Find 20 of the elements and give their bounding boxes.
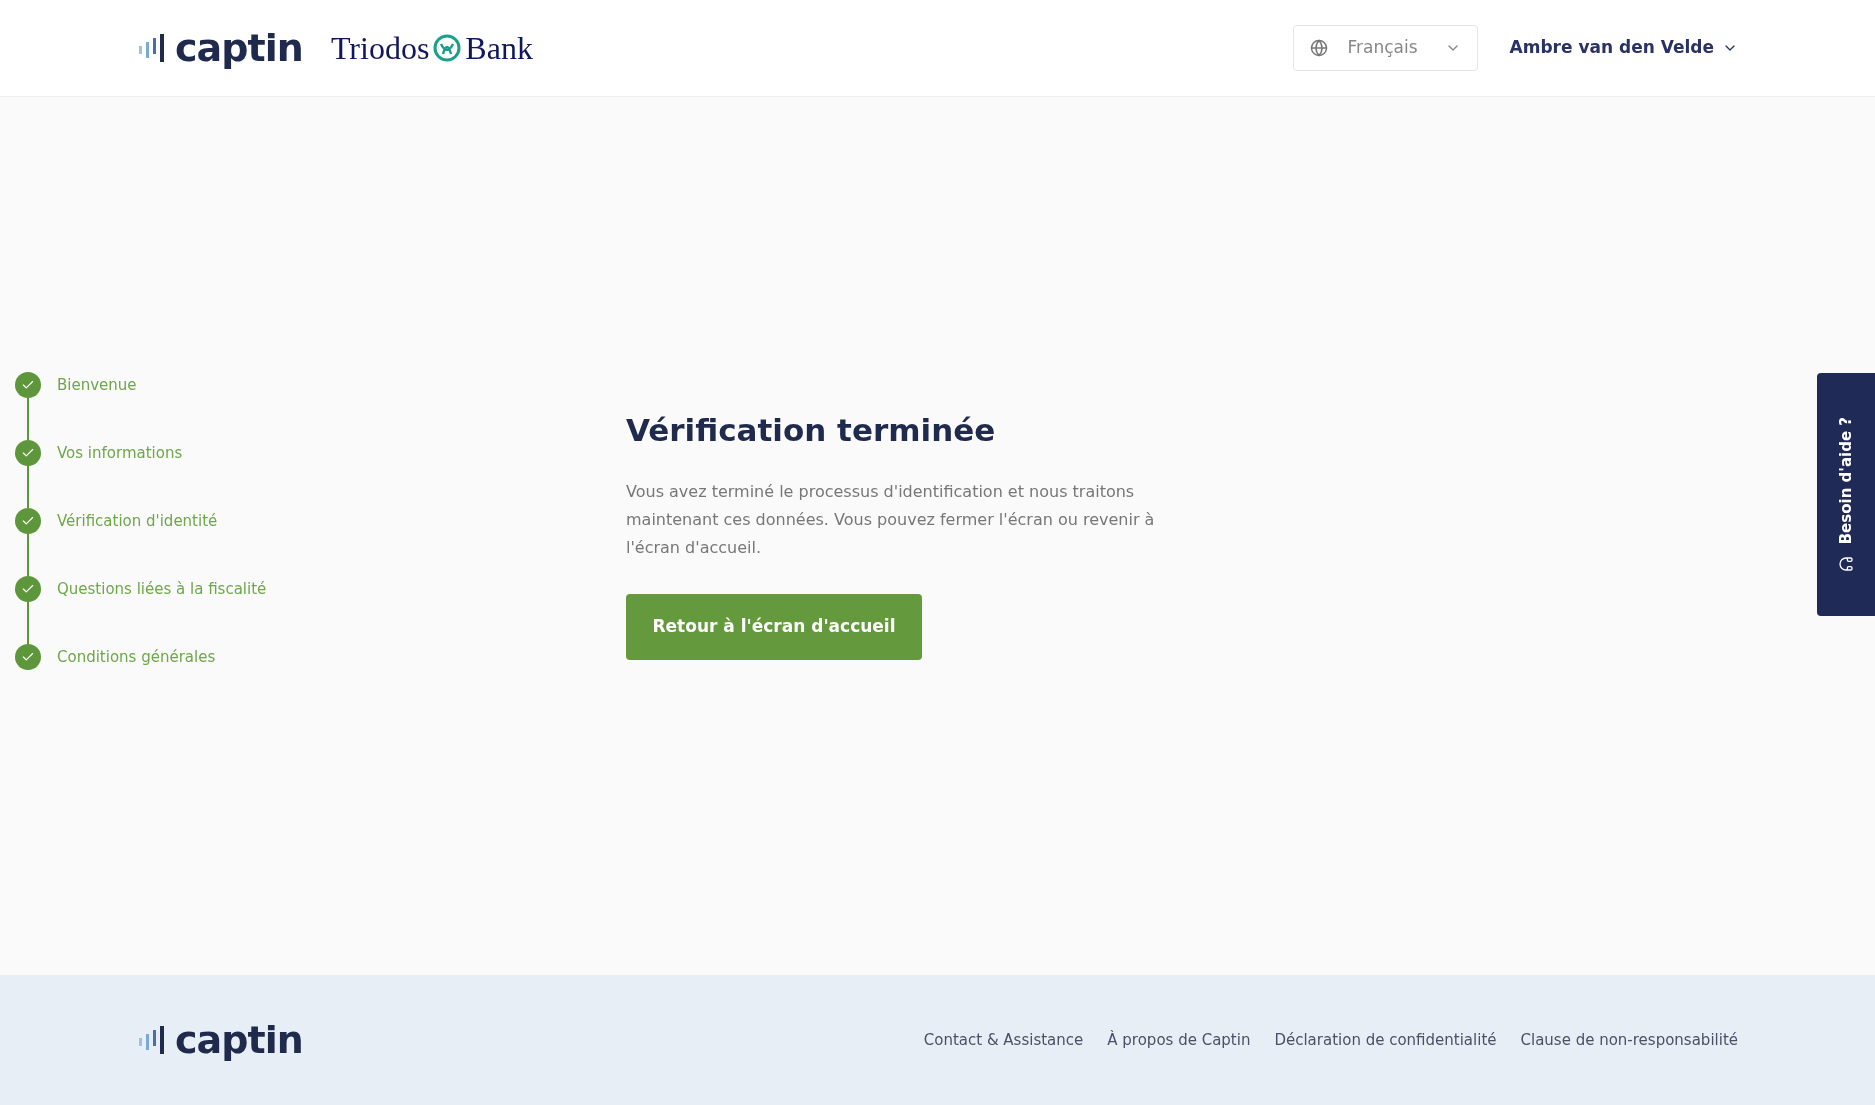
user-menu[interactable]: Ambre van den Velde (1509, 35, 1738, 61)
language-select[interactable]: Français (1292, 25, 1478, 71)
step-label: Questions liées à la fiscalité (57, 578, 267, 600)
page-title: Vérification terminée (626, 411, 997, 450)
knot-logo-icon (433, 34, 462, 62)
step-label: Vos informations (57, 442, 183, 464)
brand-wordmark: captin (175, 29, 303, 67)
confirmation-text: Vous avez terminé le processus d'identification et nous traitons maintenant ces données. Vous pouvez fermer l'écran ou revenir à l'écran d'accueil. (626, 480, 1156, 559)
footer-link[interactable]: Déclaration de confidentialité (1274, 1028, 1497, 1052)
footer-link[interactable]: Contact & Assistance (923, 1028, 1084, 1052)
step-label: Vérification d'identité (57, 510, 218, 532)
help-tab[interactable]: Besoin d'aide ? (1817, 373, 1875, 616)
step-label: Bienvenue (57, 374, 137, 396)
partner-wordmark: Triodos (330, 29, 430, 68)
footer-link[interactable]: Clause de non-responsabilité (1520, 1028, 1738, 1052)
footer-link[interactable]: À propos de Captin (1107, 1028, 1251, 1052)
globe-icon (1309, 39, 1328, 57)
step-label: Conditions générales (57, 646, 216, 668)
partner-wordmark: Bank (465, 29, 533, 68)
brand-wordmark: captin (175, 1021, 303, 1059)
